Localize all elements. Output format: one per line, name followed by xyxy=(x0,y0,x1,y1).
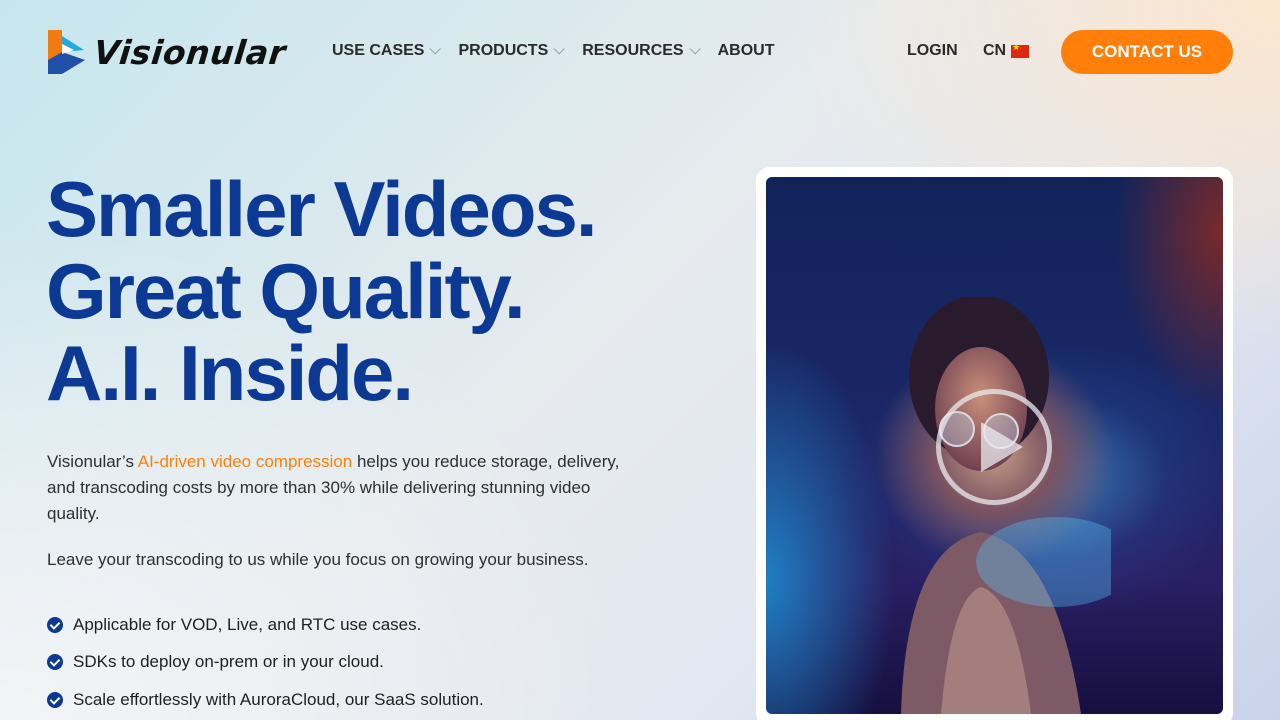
headline-line: A.I. Inside. xyxy=(46,329,414,417)
main-nav: USE CASES PRODUCTS RESOURCES ABOUT xyxy=(332,42,775,60)
feature-text: SDKs to deploy on-prem or in your cloud. xyxy=(73,652,384,672)
hero-headline: Smaller Videos. Great Quality. A.I. Insi… xyxy=(46,165,598,417)
hero-subtext: Leave your transcoding to us while you f… xyxy=(47,550,589,569)
feature-text: Applicable for VOD, Live, and RTC use ca… xyxy=(73,614,422,634)
list-item: Applicable for VOD, Live, and RTC use ca… xyxy=(47,606,484,644)
chevron-down-icon xyxy=(553,43,566,55)
play-icon[interactable] xyxy=(936,389,1052,505)
nav-item-use-cases[interactable]: USE CASES xyxy=(332,42,442,60)
china-flag-icon xyxy=(1011,42,1030,58)
nav-item-resources[interactable]: RESOURCES xyxy=(582,42,701,60)
nav-item-about[interactable]: ABOUT xyxy=(718,42,775,60)
headline-line: Smaller Videos. xyxy=(46,165,598,253)
hero-video[interactable] xyxy=(766,177,1223,714)
intro-prefix: Visionular’s xyxy=(47,452,138,471)
nav-item-label: RESOURCES xyxy=(582,42,684,59)
feature-list: Applicable for VOD, Live, and RTC use ca… xyxy=(47,606,484,719)
chevron-down-icon xyxy=(429,43,442,55)
nav-item-label: USE CASES xyxy=(332,42,425,59)
site-header: Visionular USE CASES PRODUCTS RESOURCES … xyxy=(0,0,1280,104)
visionular-logo[interactable]: Visionular xyxy=(48,30,288,74)
feature-text: Scale effortlessly with AuroraCloud, our… xyxy=(73,689,484,709)
video-card xyxy=(756,167,1233,720)
language-switcher[interactable]: CN xyxy=(983,42,1030,60)
nav-item-products[interactable]: PRODUCTS xyxy=(458,42,566,60)
login-link[interactable]: LOGIN xyxy=(907,42,958,60)
logo-mark-icon xyxy=(48,30,85,74)
language-label: CN xyxy=(983,42,1007,59)
nav-item-label: ABOUT xyxy=(717,42,775,59)
brand-name: Visionular xyxy=(91,32,288,72)
woman-with-phone-image xyxy=(901,297,1111,714)
hero-intro: Visionular’s AI-driven video compression… xyxy=(47,449,637,527)
check-circle-icon xyxy=(47,654,63,671)
ai-compression-link[interactable]: AI-driven video compression xyxy=(138,452,352,471)
headline-line: Great Quality. xyxy=(46,247,526,335)
list-item: SDKs to deploy on-prem or in your cloud. xyxy=(47,644,484,682)
check-circle-icon xyxy=(47,691,63,708)
chevron-down-icon xyxy=(689,43,701,55)
check-circle-icon xyxy=(47,616,63,633)
list-item: Scale effortlessly with AuroraCloud, our… xyxy=(47,681,484,719)
nav-item-label: PRODUCTS xyxy=(458,42,549,59)
contact-us-button[interactable]: CONTACT US xyxy=(1061,30,1233,74)
